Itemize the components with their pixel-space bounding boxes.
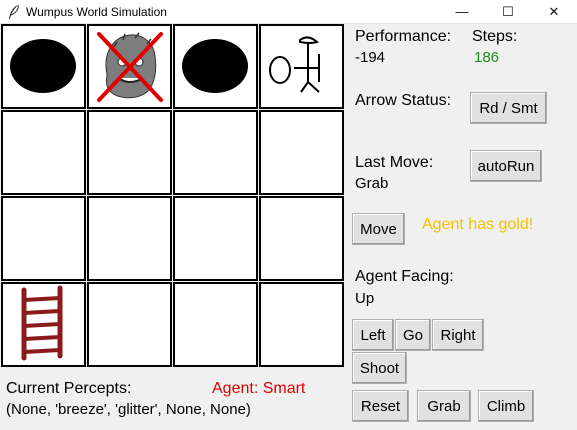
- window-title: Wumpus World Simulation: [26, 5, 167, 19]
- pit-icon: [182, 39, 248, 93]
- facing-label: Agent Facing:: [355, 268, 454, 285]
- wumpus-board: [1, 24, 345, 368]
- performance-value: -194: [355, 49, 386, 66]
- steps-label: Steps:: [472, 28, 518, 45]
- board-cell: [259, 24, 344, 109]
- grab-button[interactable]: Grab: [417, 390, 471, 422]
- shoot-button[interactable]: Shoot: [352, 352, 407, 384]
- board-cell: [1, 196, 86, 281]
- board-cell: [1, 110, 86, 195]
- dead-wumpus-icon: [97, 32, 163, 102]
- steps-value: 186: [474, 49, 500, 66]
- board-cell: [173, 196, 258, 281]
- close-icon: ✕: [548, 3, 560, 19]
- minimize-button[interactable]: —: [439, 0, 485, 23]
- agent-with-gold-icon: [269, 36, 320, 93]
- climb-button[interactable]: Climb: [478, 390, 534, 422]
- pit-icon: [10, 39, 76, 93]
- right-button[interactable]: Right: [432, 319, 484, 351]
- arrow-status-label: Arrow Status:: [355, 92, 452, 109]
- gold-status-message: Agent has gold!: [422, 216, 534, 233]
- reset-button[interactable]: Reset: [352, 390, 409, 422]
- board-cell: [259, 282, 344, 367]
- board-cell: [1, 282, 86, 367]
- maximize-icon: ☐: [502, 3, 514, 19]
- maximize-button[interactable]: ☐: [485, 0, 531, 23]
- title-bar: Wumpus World Simulation — ☐ ✕: [0, 0, 577, 24]
- board-cell: [173, 282, 258, 367]
- board-cell: [87, 110, 172, 195]
- board-cell: [87, 196, 172, 281]
- board-cell: [259, 196, 344, 281]
- go-button[interactable]: Go: [395, 319, 431, 351]
- ladder-icon: [21, 285, 63, 361]
- board-cell: [173, 110, 258, 195]
- percepts-value: (None, 'breeze', 'glitter', None, None): [6, 401, 251, 418]
- feather-icon: [9, 4, 19, 19]
- rd-smt-button[interactable]: Rd / Smt: [470, 92, 547, 124]
- board-cell: [173, 24, 258, 109]
- autorun-button[interactable]: autoRun: [470, 150, 542, 182]
- facing-value: Up: [355, 290, 375, 307]
- last-move-label: Last Move:: [355, 154, 434, 171]
- move-button[interactable]: Move: [352, 213, 405, 245]
- minimize-icon: —: [455, 4, 469, 19]
- board-cell: [259, 110, 344, 195]
- close-button[interactable]: ✕: [531, 0, 577, 23]
- left-button[interactable]: Left: [352, 319, 394, 351]
- board-cell: [1, 24, 86, 109]
- board-cell: [87, 24, 172, 109]
- board-cell: [87, 282, 172, 367]
- percepts-label: Current Percepts:: [6, 380, 132, 397]
- agent-type-label: Agent: Smart: [212, 380, 306, 397]
- performance-label: Performance:: [355, 28, 452, 45]
- last-move-value: Grab: [355, 175, 389, 192]
